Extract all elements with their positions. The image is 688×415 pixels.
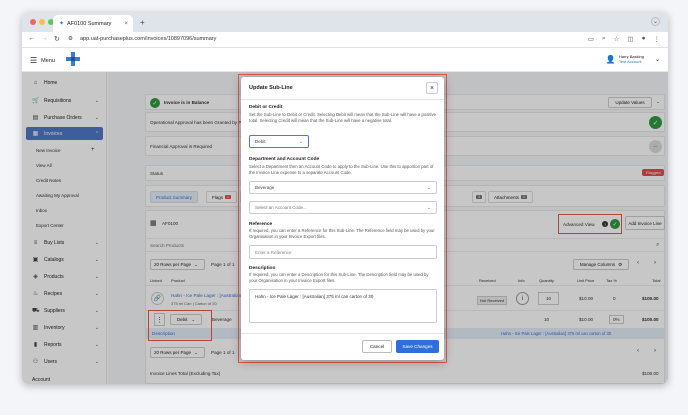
- divider: [241, 99, 444, 100]
- account-code-select[interactable]: Select an Account Code... ⌄: [249, 201, 437, 214]
- debit-credit-label: Debit or Credit: [249, 105, 283, 110]
- menu-label: Menu: [41, 57, 55, 64]
- purchaseplus-logo: [66, 52, 80, 66]
- reference-input[interactable]: Enter a Reference: [249, 245, 437, 259]
- debit-credit-select[interactable]: Debit ⌄: [249, 135, 309, 148]
- more-menu-icon[interactable]: ⋮: [654, 35, 661, 43]
- department-value: Beverage: [255, 185, 275, 190]
- hamburger-icon: ☰: [30, 56, 38, 65]
- reload-icon[interactable]: ↻: [54, 35, 60, 43]
- zoom-icon[interactable]: ⌕: [602, 35, 606, 43]
- debit-credit-value: Debit: [255, 139, 266, 144]
- department-label: Department and Account Code: [249, 157, 320, 162]
- divider: [241, 333, 444, 334]
- extensions-icon[interactable]: ◫: [627, 35, 633, 43]
- tab-title: AF0100 Summary: [67, 20, 112, 27]
- tab-list-chevron-icon[interactable]: ⌄: [651, 17, 660, 26]
- browser-titlebar: ✦ AF0100 Summary × + ⌄: [22, 12, 668, 32]
- star-icon[interactable]: ☆: [614, 35, 620, 43]
- chevron-down-icon: ⌄: [298, 138, 303, 145]
- user-menu[interactable]: 👤 Harry Basking Test Account ⌄: [606, 54, 660, 64]
- save-changes-button[interactable]: Save Changes: [396, 340, 439, 353]
- update-subline-modal: Update Sub-Line × Debit or Credit Set th…: [241, 77, 444, 360]
- department-select[interactable]: Beverage ⌄: [249, 181, 437, 194]
- address-bar: ← → ↻ ⚙ app.uat-purchaseplus.com/invoice…: [22, 32, 668, 48]
- site-settings-icon[interactable]: ⚙: [68, 36, 73, 42]
- chevron-down-icon: ⌄: [654, 56, 660, 63]
- modal-title: Update Sub-Line: [249, 85, 293, 91]
- user-account: Test Account: [618, 59, 642, 64]
- department-help: Select a Department then an Account Code…: [249, 164, 434, 175]
- favicon-icon: ✦: [59, 21, 65, 27]
- close-window-button[interactable]: [30, 19, 36, 25]
- new-tab-button[interactable]: +: [140, 18, 145, 27]
- description-textarea[interactable]: Hahn - Ice Pale Lager : [Australian] 375…: [249, 289, 437, 323]
- debit-credit-help: Set the Sub-Line to Debit or Credit. Sel…: [249, 112, 437, 123]
- chevron-down-icon: ⌄: [426, 184, 431, 191]
- cancel-button[interactable]: Cancel: [362, 340, 392, 353]
- minimize-window-button[interactable]: [39, 19, 45, 25]
- reference-label: Reference: [249, 222, 273, 227]
- back-icon[interactable]: ←: [28, 35, 35, 42]
- reference-help: If required, you can enter a Reference f…: [249, 228, 435, 239]
- cast-icon[interactable]: ▭: [588, 35, 594, 43]
- app-header: ☰ Menu 👤 Harry Basking Test Account ⌄: [22, 48, 668, 72]
- account-code-placeholder: Select an Account Code...: [255, 205, 307, 210]
- description-label: Description: [249, 266, 276, 271]
- browser-tab[interactable]: ✦ AF0100 Summary ×: [53, 15, 133, 32]
- url-field[interactable]: app.uat-purchaseplus.com/invoices/108970…: [80, 36, 216, 42]
- description-help: If required, you can enter a Description…: [249, 272, 429, 283]
- chevron-down-icon: ⌄: [426, 204, 431, 211]
- forward-icon[interactable]: →: [41, 35, 48, 42]
- profile-icon[interactable]: ●: [642, 35, 646, 43]
- close-icon[interactable]: ×: [426, 82, 438, 94]
- menu-button[interactable]: ☰ Menu: [30, 56, 55, 65]
- close-tab-icon[interactable]: ×: [124, 21, 128, 27]
- user-icon: 👤: [605, 54, 616, 64]
